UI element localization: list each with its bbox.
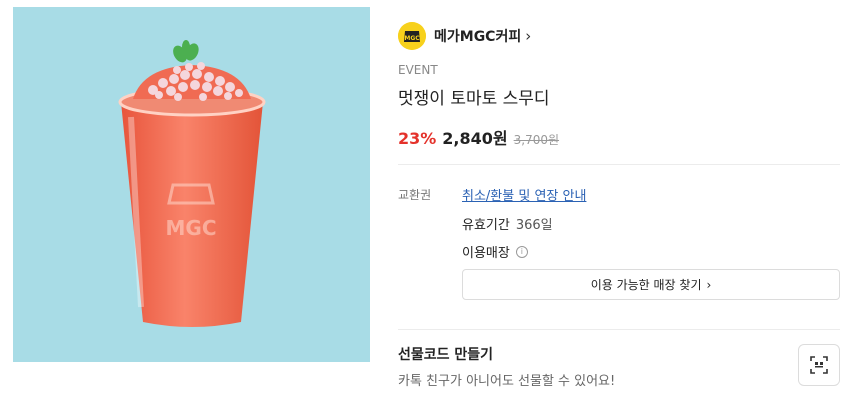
brand-logo: MGC <box>398 22 426 50</box>
scan-code-icon <box>810 356 828 374</box>
divider <box>398 164 840 165</box>
sale-price: 2,840원 <box>442 129 508 148</box>
product-title: 멋쟁이 토마토 스무디 <box>398 89 550 109</box>
brand-logo-icon: MGC <box>398 22 426 50</box>
store-row: 이용매장 i <box>462 242 528 261</box>
smoothie-cup-illustration: MGC <box>118 40 266 327</box>
chevron-right-icon: › <box>525 27 532 45</box>
cup-logo-text: MGC <box>166 216 217 240</box>
voucher-label: 교환권 <box>398 188 432 202</box>
info-icon[interactable]: i <box>515 245 528 258</box>
refund-policy-link[interactable]: 취소/환불 및 연장 안내 <box>462 185 586 204</box>
price-row: 23% 2,840원 3,700원 <box>398 125 559 149</box>
validity-label: 유효기간 <box>462 218 510 233</box>
gift-code-button[interactable] <box>798 344 840 386</box>
brand-logo-text: MGC <box>404 35 420 42</box>
gift-code-title: 선물코드 만들기 <box>398 347 494 363</box>
store-label: 이용매장 <box>462 246 510 261</box>
brand-name[interactable]: 메가MGC커피 <box>434 26 521 46</box>
chevron-right-icon: › <box>706 277 712 292</box>
event-tag: EVENT <box>398 63 438 77</box>
divider <box>398 329 840 330</box>
find-store-label: 이용 가능한 매장 찾기 <box>590 278 702 292</box>
original-price: 3,700원 <box>513 133 560 147</box>
product-image: MGC <box>13 7 370 362</box>
find-store-button[interactable]: 이용 가능한 매장 찾기 › <box>462 269 840 300</box>
validity-value: 366일 <box>515 218 553 233</box>
validity-row: 유효기간 366일 <box>462 214 553 233</box>
discount-rate: 23% <box>398 129 437 148</box>
gift-code-subtitle: 카톡 친구가 아니어도 선물할 수 있어요! <box>398 374 616 389</box>
brand-link[interactable]: MGC 메가MGC커피 › <box>398 22 531 50</box>
